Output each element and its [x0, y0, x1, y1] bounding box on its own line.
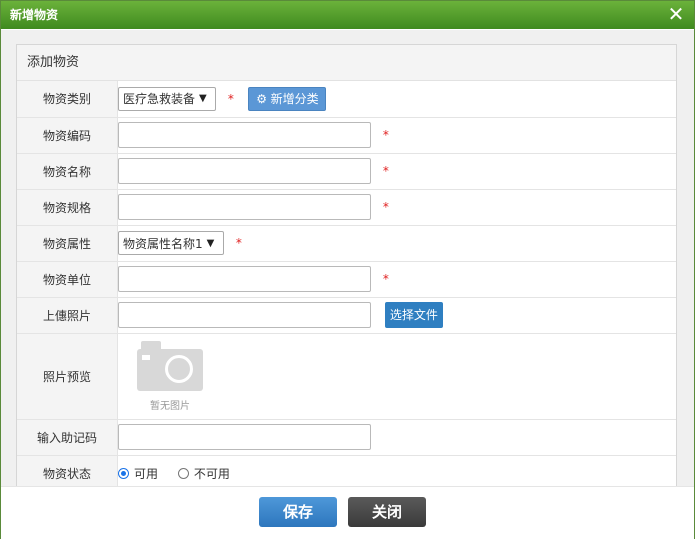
gear-icon: ⚙	[256, 91, 268, 106]
dialog-title: 新增物资	[10, 8, 59, 22]
dialog-body: 添加物资 物资类别 医疗急救装备 ▼ * ⚙ 新增分类 物资编码 * 物资名称 …	[1, 30, 694, 486]
spec-input[interactable]	[118, 194, 371, 220]
row-mnemonic: 输入助记码	[17, 419, 676, 456]
chevron-down-icon: ▼	[206, 237, 215, 249]
status-unavailable-radio[interactable]: 不可用	[177, 465, 230, 482]
upload-path-input[interactable]	[118, 302, 371, 328]
row-code: 物资编码 *	[17, 117, 676, 154]
status-available-radio[interactable]: 可用	[118, 465, 158, 482]
mnemonic-input[interactable]	[118, 424, 371, 450]
name-label: 物资名称	[17, 153, 118, 190]
panel-header: 添加物资	[17, 45, 676, 81]
add-item-dialog: 新增物资 ✕ 添加物资 物资类别 医疗急救装备 ▼ * ⚙ 新增分类 物资编码 …	[0, 0, 695, 539]
unit-label: 物资单位	[17, 261, 118, 298]
row-upload: 上僡照片 选择文件	[17, 297, 676, 334]
required-mark: *	[235, 236, 242, 250]
row-spec: 物资规格 *	[17, 189, 676, 226]
row-name: 物资名称 *	[17, 153, 676, 190]
status-available-label: 可用	[134, 466, 159, 481]
close-button[interactable]: 关闭	[348, 497, 426, 527]
mnemonic-label: 输入助记码	[17, 419, 118, 456]
spec-label: 物资规格	[17, 189, 118, 226]
dialog-titlebar: 新增物资 ✕	[1, 1, 694, 29]
row-preview: 照片预览 暂无图片	[17, 333, 676, 420]
choose-file-button[interactable]: 选择文件	[384, 302, 443, 328]
radio-unchecked-icon	[177, 467, 189, 479]
preview-label: 照片预览	[17, 333, 118, 420]
upload-label: 上僡照片	[17, 297, 118, 334]
form-panel: 添加物资 物资类别 医疗急救装备 ▼ * ⚙ 新增分类 物资编码 * 物资名称 …	[16, 44, 677, 486]
row-status: 物资状态 可用 不可用	[17, 455, 676, 486]
required-mark: *	[382, 272, 389, 286]
code-input[interactable]	[118, 122, 371, 148]
photo-preview: 暂无图片	[130, 340, 210, 412]
no-image-caption: 暂无图片	[150, 400, 190, 412]
status-unavailable-label: 不可用	[193, 466, 230, 481]
item-form: 物资类别 医疗急救装备 ▼ * ⚙ 新增分类 物资编码 * 物资名称 * 物资规…	[17, 81, 676, 486]
code-label: 物资编码	[17, 117, 118, 154]
dialog-footer: 保存 关闭	[1, 486, 694, 539]
chevron-down-icon: ▼	[199, 93, 207, 105]
status-label: 物资状态	[17, 455, 118, 486]
attribute-label: 物资属性	[17, 225, 118, 262]
category-selected: 医疗急救装备	[123, 92, 196, 107]
category-select[interactable]: 医疗急救装备 ▼	[118, 86, 216, 111]
required-mark: *	[382, 164, 389, 178]
required-mark: *	[382, 128, 389, 142]
unit-input[interactable]	[118, 266, 371, 292]
category-label: 物资类别	[17, 81, 118, 118]
save-button[interactable]: 保存	[259, 497, 337, 527]
radio-checked-icon	[118, 467, 129, 479]
add-category-label: 新增分类	[270, 91, 319, 106]
add-category-button[interactable]: ⚙ 新增分类	[247, 86, 326, 111]
attribute-selected: 物资属性名称1	[123, 236, 203, 251]
row-category: 物资类别 医疗急救装备 ▼ * ⚙ 新增分类	[17, 81, 676, 118]
required-mark: *	[227, 91, 234, 106]
close-icon[interactable]: ✕	[666, 3, 686, 25]
row-attribute: 物资属性 物资属性名称1 ▼ *	[17, 225, 676, 262]
required-mark: *	[382, 200, 389, 214]
name-input[interactable]	[118, 158, 371, 184]
attribute-select[interactable]: 物资属性名称1 ▼	[118, 231, 224, 255]
row-unit: 物资单位 *	[17, 261, 676, 298]
camera-icon	[137, 340, 203, 391]
